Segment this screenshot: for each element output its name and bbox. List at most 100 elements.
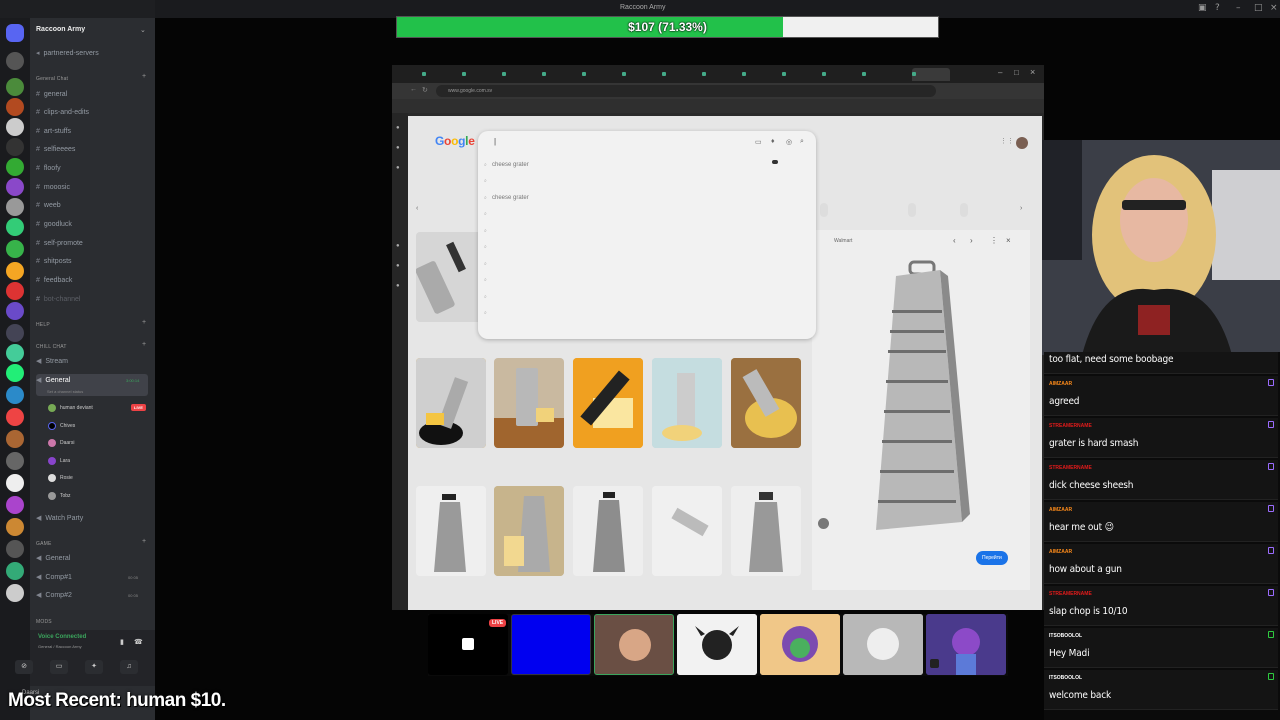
browser-tab[interactable] bbox=[422, 68, 460, 81]
channel-goodluck[interactable]: # goodluck bbox=[36, 218, 148, 232]
participant-tile[interactable] bbox=[677, 614, 757, 675]
browser-tab[interactable] bbox=[502, 68, 540, 81]
maximize-icon[interactable]: □ bbox=[1014, 68, 1019, 77]
apps-grid-icon[interactable]: ⋮⋮ bbox=[1000, 137, 1014, 149]
server-icon[interactable] bbox=[6, 364, 24, 382]
participant-tile[interactable] bbox=[594, 614, 674, 675]
server-icon[interactable] bbox=[6, 158, 24, 176]
activities-icon[interactable]: ✦ bbox=[85, 660, 103, 674]
browser-tab[interactable] bbox=[542, 68, 580, 81]
add-channel-icon[interactable]: + bbox=[142, 319, 146, 326]
visit-button[interactable]: Перейти bbox=[976, 551, 1008, 565]
server-icon[interactable] bbox=[6, 540, 24, 558]
voice-user[interactable]: Tobz bbox=[48, 490, 71, 502]
image-result[interactable] bbox=[416, 358, 486, 448]
participant-tile[interactable] bbox=[760, 614, 840, 675]
browser-tab[interactable] bbox=[582, 68, 620, 81]
chevron-down-icon[interactable]: ⌄ bbox=[140, 26, 146, 34]
voice-user[interactable]: human deviant bbox=[48, 402, 93, 414]
server-icon[interactable] bbox=[6, 138, 24, 156]
channel-status[interactable]: Set a channel status bbox=[47, 389, 83, 394]
suggestion-item[interactable]: ⌕ bbox=[484, 211, 492, 217]
image-result[interactable] bbox=[494, 486, 564, 576]
participant-tile[interactable] bbox=[926, 614, 1006, 675]
browser-tab[interactable] bbox=[822, 68, 860, 81]
suggestion-item[interactable]: ⌕ bbox=[484, 178, 492, 184]
voice-user[interactable]: Lara bbox=[48, 455, 70, 467]
channel-selfieeees[interactable]: # selfieeees bbox=[36, 143, 148, 157]
sidebar-icon[interactable]: ● bbox=[396, 263, 400, 269]
image-result[interactable] bbox=[494, 358, 564, 448]
image-result[interactable] bbox=[416, 486, 486, 576]
server-icon[interactable] bbox=[6, 218, 24, 236]
add-channel-icon[interactable]: + bbox=[142, 538, 146, 545]
soundboard-icon[interactable]: ♫ bbox=[120, 660, 138, 674]
filter-chip[interactable] bbox=[820, 203, 828, 217]
channel-shitposts[interactable]: # shitposts bbox=[36, 255, 148, 269]
browser-tab[interactable] bbox=[622, 68, 660, 81]
server-icon[interactable] bbox=[6, 430, 24, 448]
chevron-left-icon[interactable]: ‹ bbox=[953, 236, 956, 245]
more-vert-icon[interactable]: ⋮ bbox=[990, 236, 998, 245]
server-icon[interactable] bbox=[6, 118, 24, 136]
close-icon[interactable]: × bbox=[1006, 236, 1011, 245]
voice-connected-subtitle[interactable]: General / Raccoon Army bbox=[38, 644, 82, 649]
category-general-chat[interactable]: General Chat bbox=[36, 76, 68, 82]
filter-chip[interactable] bbox=[960, 203, 968, 217]
server-icon[interactable] bbox=[6, 240, 24, 258]
suggestion-item[interactable]: ⌕ bbox=[484, 261, 492, 267]
microphone-icon[interactable]: ♦ bbox=[771, 138, 775, 145]
server-icon[interactable] bbox=[6, 344, 24, 362]
channel-weeb[interactable]: # weeb bbox=[36, 199, 148, 213]
voice-channel-watch-party[interactable]: ◀ Watch Party bbox=[36, 512, 148, 526]
server-icon[interactable] bbox=[6, 78, 24, 96]
voice-user[interactable]: Daarsi bbox=[48, 437, 74, 449]
chevron-right-icon[interactable]: › bbox=[970, 236, 973, 245]
filter-chip[interactable] bbox=[908, 203, 916, 217]
server-icon[interactable] bbox=[6, 474, 24, 492]
minimize-icon[interactable]: – bbox=[1236, 3, 1241, 13]
address-bar-input[interactable]: www.google.com.sv bbox=[436, 85, 936, 97]
server-icon[interactable] bbox=[6, 178, 24, 196]
browser-tab[interactable] bbox=[742, 68, 780, 81]
image-result[interactable] bbox=[731, 358, 801, 448]
image-result[interactable] bbox=[573, 358, 643, 448]
server-icon[interactable] bbox=[6, 198, 24, 216]
image-result[interactable] bbox=[416, 232, 486, 322]
channel-clips-and-edits[interactable]: # clips-and-edits bbox=[36, 106, 148, 120]
sidebar-icon[interactable]: ● bbox=[396, 283, 400, 289]
close-icon[interactable]: × bbox=[1270, 3, 1278, 13]
server-name[interactable]: Raccoon Army bbox=[36, 26, 85, 33]
category-game[interactable]: GAME bbox=[36, 541, 52, 547]
suggestion-item[interactable]: ⌕ bbox=[484, 228, 492, 234]
channel-partnered-servers[interactable]: ◂ partnered-servers bbox=[36, 47, 148, 61]
server-icon[interactable] bbox=[6, 302, 24, 320]
browser-tab-active[interactable] bbox=[912, 68, 950, 81]
browser-tab[interactable] bbox=[462, 68, 500, 81]
server-icon[interactable] bbox=[6, 386, 24, 404]
account-avatar[interactable] bbox=[1016, 137, 1028, 149]
category-help[interactable]: HELP bbox=[36, 322, 50, 328]
discord-home-icon[interactable] bbox=[6, 24, 24, 42]
participant-tile[interactable] bbox=[843, 614, 923, 675]
category-chill-chat[interactable]: CHILL CHAT bbox=[36, 344, 67, 350]
server-icon[interactable] bbox=[6, 98, 24, 116]
voice-channel-stream[interactable]: ◀ Stream bbox=[36, 355, 148, 369]
voice-user[interactable]: Chives bbox=[48, 420, 75, 432]
google-logo[interactable]: Google bbox=[435, 134, 475, 148]
browser-tab[interactable] bbox=[782, 68, 820, 81]
preview-source[interactable]: Walmart bbox=[834, 238, 852, 244]
sidebar-icon[interactable]: ● bbox=[396, 243, 400, 249]
suggestion-item[interactable]: ⌕ bbox=[484, 277, 492, 283]
browser-tab[interactable] bbox=[702, 68, 740, 81]
server-icon[interactable] bbox=[6, 452, 24, 470]
voice-channel-game-general[interactable]: ◀ General bbox=[36, 552, 148, 566]
channel-mooosic[interactable]: # mooosic bbox=[36, 181, 148, 195]
suggestion-item[interactable]: ⌕ bbox=[484, 294, 492, 300]
chevron-right-icon[interactable]: › bbox=[1020, 205, 1022, 212]
sidebar-icon[interactable]: ● bbox=[396, 145, 400, 151]
image-result[interactable] bbox=[652, 486, 722, 576]
screen-share-icon[interactable]: ▭ bbox=[50, 660, 68, 674]
server-icon[interactable] bbox=[6, 408, 24, 426]
server-icon[interactable] bbox=[6, 52, 24, 70]
